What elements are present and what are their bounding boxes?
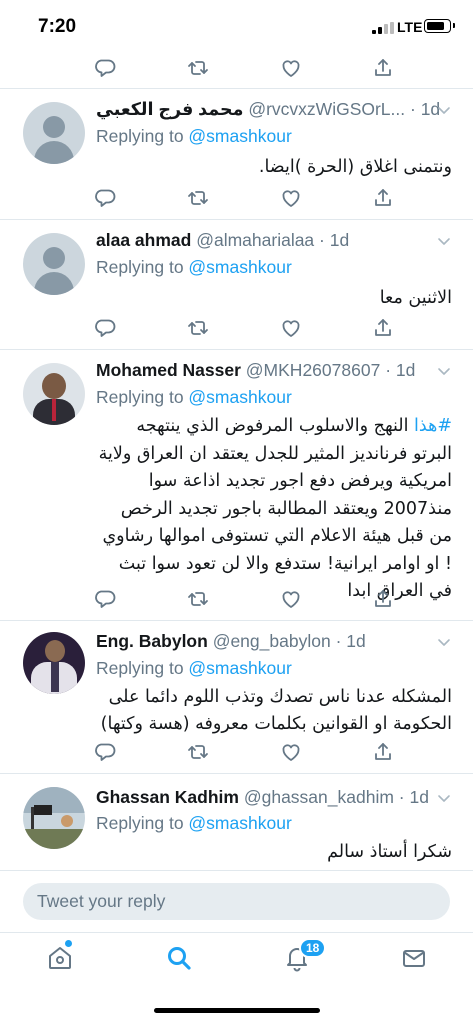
battery-icon <box>424 19 455 33</box>
user-name[interactable]: Eng. Babylon <box>96 631 208 651</box>
notifications-badge: 18 <box>299 938 327 958</box>
avatar[interactable] <box>23 632 85 694</box>
replying-to-link[interactable]: @smashkour <box>188 257 291 277</box>
user-name[interactable]: Ghassan Kadhim <box>96 787 239 807</box>
home-indicator <box>154 1008 320 1013</box>
like-icon[interactable] <box>280 741 302 763</box>
tweet-time: · 1d <box>385 360 416 380</box>
chevron-down-icon[interactable] <box>436 363 452 379</box>
tweet-header: Ghassan Kadhim @ghassan_kadhim · 1d <box>96 785 429 809</box>
chevron-down-icon[interactable] <box>436 233 452 249</box>
replying-to: Replying to @smashkour <box>96 813 292 833</box>
tweet-time: · 1d <box>398 787 429 807</box>
tweet-header: alaa ahmad @almaharialaa · 1d <box>96 228 349 252</box>
search-icon[interactable] <box>164 943 194 973</box>
tweet-actions <box>95 57 395 83</box>
retweet-icon[interactable] <box>187 741 209 763</box>
divider <box>0 620 473 621</box>
reply-icon[interactable] <box>95 57 117 79</box>
share-icon[interactable] <box>372 187 394 209</box>
tweet-actions <box>95 741 395 767</box>
tweet-actions <box>95 187 395 213</box>
tweet-text: #هذا النهج والاسلوب المرفوض الذي ينتهجه … <box>98 416 452 601</box>
replying-to-link[interactable]: @smashkour <box>188 387 291 407</box>
share-icon[interactable] <box>372 741 394 763</box>
signal-icon <box>372 22 394 34</box>
status-time: 7:20 <box>38 16 77 37</box>
reply-icon[interactable] <box>95 588 117 610</box>
chevron-down-icon[interactable] <box>436 102 452 118</box>
replying-to: Replying to @smashkour <box>96 257 292 277</box>
tweet-actions <box>95 317 395 343</box>
tweet-reply-input[interactable]: Tweet your reply <box>23 883 450 920</box>
avatar[interactable] <box>23 787 85 849</box>
tweet-time: · 1d <box>335 631 366 651</box>
user-name[interactable]: Mohamed Nasser <box>96 360 241 380</box>
user-handle[interactable]: @eng_babylon <box>213 631 331 651</box>
reply-bar: Tweet your reply <box>0 870 473 932</box>
tweet-header: محمد فرج الكعبي @rvcvxzWiGSOrL... · 1d <box>96 97 440 121</box>
replying-to-link[interactable]: @smashkour <box>188 658 291 678</box>
new-content-dot <box>65 940 72 947</box>
divider <box>0 349 473 350</box>
hashtag-link[interactable]: #هذا <box>414 416 452 436</box>
share-icon[interactable] <box>372 57 394 79</box>
replying-to: Replying to @smashkour <box>96 387 292 407</box>
user-name[interactable]: محمد فرج الكعبي <box>96 99 243 119</box>
retweet-icon[interactable] <box>187 317 209 339</box>
tweet-text: ونتمنى اغلاق (الحرة )ايضا. <box>258 157 452 177</box>
reply-icon[interactable] <box>95 187 117 209</box>
status-bar: 7:20 LTE <box>0 0 473 50</box>
user-handle[interactable]: @ghassan_kadhim <box>244 787 394 807</box>
retweet-icon[interactable] <box>187 588 209 610</box>
replying-to: Replying to @smashkour <box>96 658 292 678</box>
avatar[interactable] <box>23 363 85 425</box>
share-icon[interactable] <box>372 317 394 339</box>
divider <box>0 219 473 220</box>
reply-icon[interactable] <box>95 741 117 763</box>
tweet-time: · 1d <box>319 230 350 250</box>
like-icon[interactable] <box>280 588 302 610</box>
user-handle[interactable]: @MKH26078607 <box>246 360 381 380</box>
reply-icon[interactable] <box>95 317 117 339</box>
like-icon[interactable] <box>280 187 302 209</box>
network-type: LTE <box>397 19 423 35</box>
tweet-header: Eng. Babylon @eng_babylon · 1d <box>96 629 366 653</box>
divider <box>0 773 473 774</box>
replying-to-link[interactable]: @smashkour <box>188 813 291 833</box>
user-handle[interactable]: @rvcvxzWiGSOrL... <box>248 99 405 119</box>
avatar[interactable] <box>23 233 85 295</box>
chevron-down-icon[interactable] <box>436 790 452 806</box>
tweet-text: المشكله عدنا ناس تصدك وتذب اللوم دائما ع… <box>100 687 452 734</box>
replying-to: Replying to @smashkour <box>96 126 292 146</box>
avatar[interactable] <box>23 102 85 164</box>
retweet-icon[interactable] <box>187 187 209 209</box>
share-icon[interactable] <box>372 588 394 610</box>
retweet-icon[interactable] <box>187 57 209 79</box>
replying-to-link[interactable]: @smashkour <box>188 126 291 146</box>
chevron-down-icon[interactable] <box>436 634 452 650</box>
tweet-header: Mohamed Nasser @MKH26078607 · 1d <box>96 358 415 382</box>
like-icon[interactable] <box>280 57 302 79</box>
like-icon[interactable] <box>280 317 302 339</box>
tweet-text: شكرا أستاذ سالم <box>327 842 452 862</box>
tweet-text: الاثنين معا <box>379 288 452 308</box>
divider <box>0 88 473 89</box>
mail-icon[interactable] <box>399 943 429 973</box>
tweet-actions <box>95 588 395 614</box>
user-handle[interactable]: @almaharialaa <box>196 230 314 250</box>
home-icon[interactable] <box>45 943 75 973</box>
user-name[interactable]: alaa ahmad <box>96 230 191 250</box>
